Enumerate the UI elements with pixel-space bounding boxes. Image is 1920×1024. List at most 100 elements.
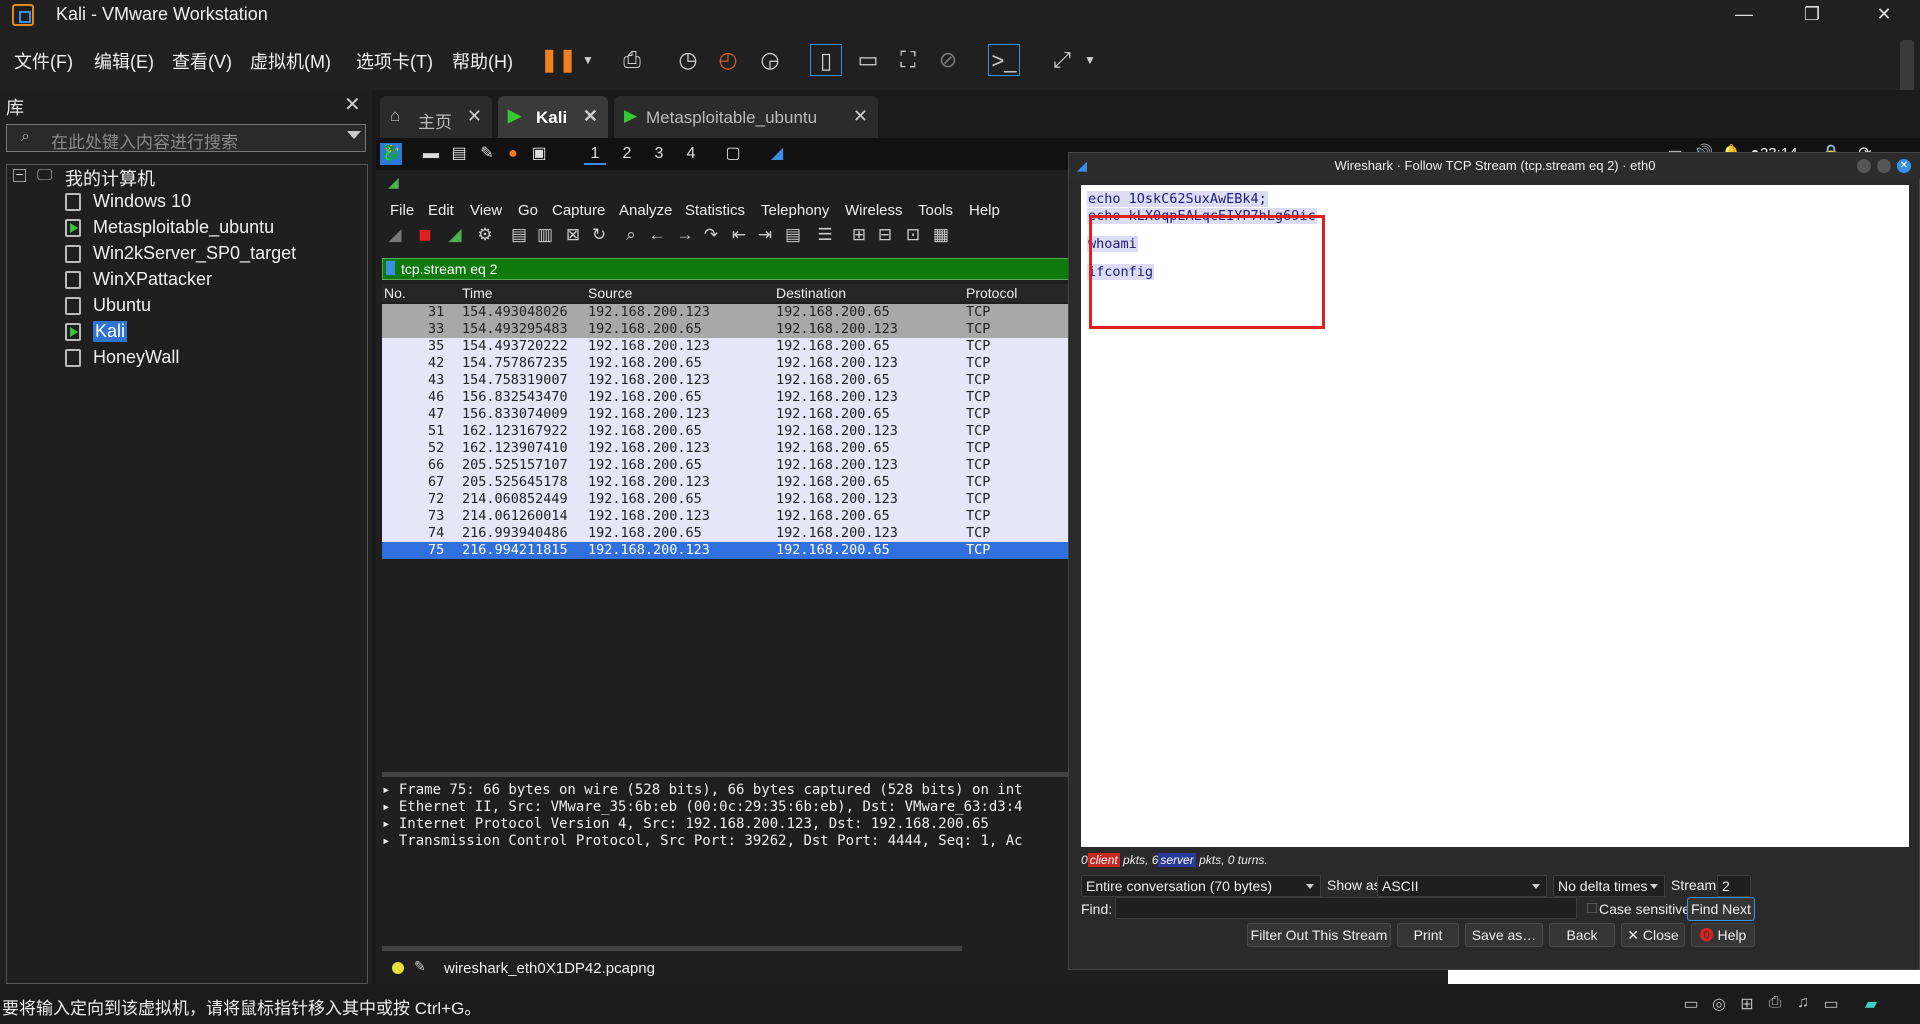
open-file-icon[interactable]: ▤ <box>506 222 532 248</box>
reload-icon[interactable]: ↻ <box>586 222 612 248</box>
snapshot-manager-icon[interactable]: ◶ <box>754 44 786 76</box>
tab-close-icon[interactable]: ✕ <box>583 106 598 127</box>
close-file-icon[interactable]: ⊠ <box>560 222 586 248</box>
revert-snapshot-icon[interactable]: ◴ <box>712 44 744 76</box>
firefox-icon[interactable]: ● <box>502 143 524 165</box>
minimize-icon[interactable]: — <box>1716 0 1772 30</box>
restore-icon[interactable]: ❐ <box>1784 0 1840 30</box>
goto-packet-icon[interactable]: ↷ <box>698 222 724 248</box>
ws-menu-help[interactable]: Help <box>969 202 1000 219</box>
col-no[interactable]: No. <box>384 285 406 301</box>
back-button[interactable]: Back <box>1549 923 1615 947</box>
col-time[interactable]: Time <box>462 285 493 301</box>
detail-row[interactable]: ▸ Transmission Control Protocol, Src Por… <box>382 833 1023 850</box>
ws-menu-analyze[interactable]: Analyze <box>619 202 672 219</box>
detail-row[interactable]: ▸ Internet Protocol Version 4, Src: 192.… <box>382 816 989 833</box>
ws-menu-file[interactable]: File <box>390 202 414 219</box>
stream-content[interactable]: echo 1OskC62SuxAwEBk4; echo kLX0qpEALqcE… <box>1081 185 1909 847</box>
ws-menu-statistics[interactable]: Statistics <box>685 202 745 219</box>
fullscreen-icon[interactable]: ⛶ <box>892 44 924 76</box>
horizontal-scrollbar[interactable] <box>382 946 962 951</box>
save-file-icon[interactable]: ▥ <box>532 222 558 248</box>
printer-icon[interactable]: ⎙ <box>1764 994 1786 1014</box>
menu-edit[interactable]: 编辑(E) <box>94 48 154 74</box>
wireshark-task-icon[interactable]: ◢ <box>766 143 788 165</box>
close-button[interactable]: ✕ Close <box>1621 923 1685 947</box>
delta-times-select[interactable]: No delta times <box>1553 875 1665 897</box>
back-icon[interactable]: ← <box>644 222 670 248</box>
restart-capture-icon[interactable]: ◢ <box>442 222 468 248</box>
ws-menu-tools[interactable]: Tools <box>918 202 953 219</box>
start-capture-icon[interactable]: ◢ <box>382 222 408 248</box>
help-button[interactable]: ⓿ Help <box>1691 923 1755 947</box>
colorize-icon[interactable]: ☰ <box>812 222 838 248</box>
tab-home[interactable]: ⌂ 主页 ✕ <box>380 96 492 138</box>
ws-menu-capture[interactable]: Capture <box>552 202 605 219</box>
col-protocol[interactable]: Protocol <box>966 285 1017 301</box>
network-icon[interactable]: ⊞ <box>1736 994 1758 1014</box>
library-close-icon[interactable]: ✕ <box>344 92 361 117</box>
find-input[interactable] <box>1115 897 1577 919</box>
chevron-down-icon[interactable] <box>347 131 361 139</box>
workspace-3[interactable]: 3 <box>648 143 670 165</box>
case-sensitive-checkbox[interactable] <box>1587 903 1597 913</box>
filter-out-stream-button[interactable]: Filter Out This Stream <box>1247 923 1391 947</box>
autoscroll-icon[interactable]: ▤ <box>780 222 806 248</box>
ws-menu-go[interactable]: Go <box>518 202 538 219</box>
close-icon[interactable]: ✕ <box>1897 159 1911 173</box>
collapse-icon[interactable]: − <box>13 168 26 182</box>
stop-capture-icon[interactable]: ■ <box>412 222 438 248</box>
ws-menu-view[interactable]: View <box>470 202 502 219</box>
tree-vm-honeywall[interactable]: HoneyWall <box>93 347 179 368</box>
detail-row[interactable]: ▸ Frame 75: 66 bytes on wire (528 bits),… <box>382 782 1023 799</box>
maximize-icon[interactable] <box>1877 159 1891 173</box>
tab-close-icon[interactable]: ✕ <box>467 106 482 127</box>
print-button[interactable]: Print <box>1397 923 1459 947</box>
ws-menu-wireless[interactable]: Wireless <box>845 202 903 219</box>
stretch-dropdown-icon[interactable]: ▼ <box>1074 44 1106 76</box>
menu-tabs[interactable]: 选项卡(T) <box>356 48 433 74</box>
tab-metasploitable[interactable]: ▶ Metasploitable_ubuntu ✕ <box>614 96 878 138</box>
editor-icon[interactable]: ✎ <box>476 143 498 165</box>
conversation-select[interactable]: Entire conversation (70 bytes) <box>1081 875 1321 897</box>
stream-number-spinbox[interactable]: 2 <box>1717 875 1751 897</box>
save-as-button[interactable]: Save as… <box>1465 923 1543 947</box>
sound-icon[interactable]: ♫ <box>1792 994 1814 1014</box>
col-source[interactable]: Source <box>588 285 632 301</box>
tree-vm-metasploitable[interactable]: Metasploitable_ubuntu <box>93 217 274 238</box>
desktop-icon[interactable]: ▬ <box>420 143 442 165</box>
tab-kali[interactable]: ▶ Kali ✕ <box>498 96 608 138</box>
tree-vm-ubuntu[interactable]: Ubuntu <box>93 295 151 316</box>
cdrom-icon[interactable]: ◎ <box>1708 994 1730 1014</box>
send-keys-icon[interactable]: ⎙ <box>616 44 648 76</box>
expert-info-icon[interactable] <box>392 962 404 974</box>
workspace-4[interactable]: 4 <box>680 143 702 165</box>
find-packet-icon[interactable]: ⌕ <box>618 222 644 248</box>
zoom-in-icon[interactable]: ⊞ <box>846 222 872 248</box>
last-packet-icon[interactable]: ⇥ <box>752 222 778 248</box>
zoom-out-icon[interactable]: ⊟ <box>872 222 898 248</box>
ws-menu-edit[interactable]: Edit <box>428 202 454 219</box>
message-icon[interactable]: ▰ <box>1860 994 1882 1014</box>
library-search-input[interactable]: ⌕ 在此处键入内容进行搜索 <box>6 124 366 152</box>
kali-menu-icon[interactable]: 🐉 <box>380 143 402 165</box>
tree-root-my-computer[interactable]: 我的计算机 <box>65 165 155 191</box>
find-next-button[interactable]: Find Next <box>1687 897 1755 921</box>
display-icon[interactable]: ▭ <box>1820 994 1842 1014</box>
first-packet-icon[interactable]: ⇤ <box>726 222 752 248</box>
tab-close-icon[interactable]: ✕ <box>853 106 868 127</box>
detail-row[interactable]: ▸ Ethernet II, Src: VMware_35:6b:eb (00:… <box>382 799 1023 816</box>
menu-file[interactable]: 文件(F) <box>14 48 73 74</box>
menu-view[interactable]: 查看(V) <box>172 48 232 74</box>
col-destination[interactable]: Destination <box>776 285 846 301</box>
pause-icon[interactable]: ❚❚ <box>540 44 577 76</box>
workspace-1[interactable]: 1 <box>584 143 606 165</box>
files-icon[interactable]: ▤ <box>448 143 470 165</box>
tree-vm-winxpattacker[interactable]: WinXPattacker <box>93 269 212 290</box>
snapshot-icon[interactable]: ◷ <box>672 44 704 76</box>
tree-vm-windows10[interactable]: Windows 10 <box>93 191 191 212</box>
guest-screen[interactable]: 🐉 ▬ ▤ ✎ ● ▣ 1 2 3 4 ▢ ◢ ▭ 🔊 🔔 ● 23:14 🔒 … <box>376 138 1920 984</box>
forward-icon[interactable]: → <box>672 222 698 248</box>
ws-menu-telephony[interactable]: Telephony <box>761 202 829 219</box>
workspace-2[interactable]: 2 <box>616 143 638 165</box>
